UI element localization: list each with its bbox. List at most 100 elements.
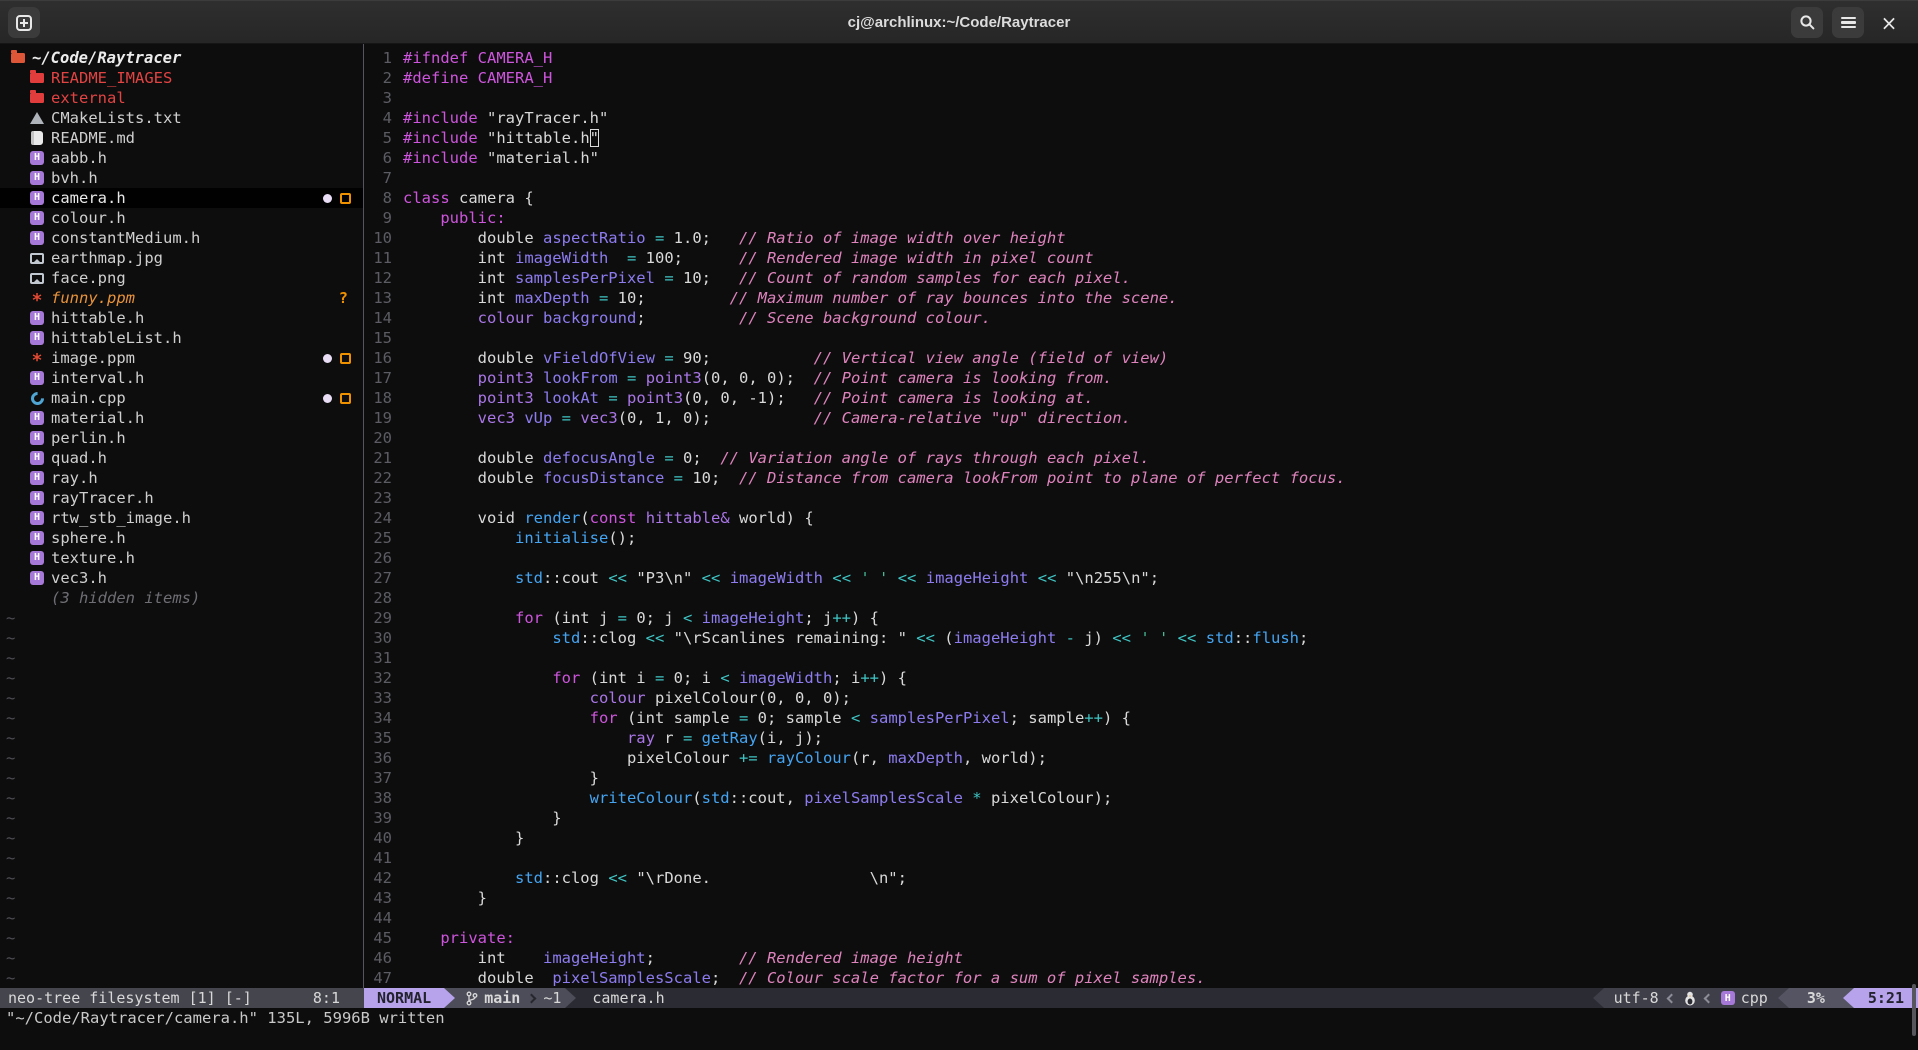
tree-item-camera-h[interactable]: Hcamera.h — [0, 188, 363, 208]
code-token: lookFrom — [543, 369, 618, 387]
code-line-7[interactable]: 7 — [364, 168, 403, 188]
code-line-43[interactable]: 43 } — [364, 888, 487, 908]
code-line-41[interactable]: 41 — [364, 848, 403, 868]
tree-item-raytracer-h[interactable]: HrayTracer.h — [0, 488, 363, 508]
tree-item-main-cpp[interactable]: main.cpp — [0, 388, 363, 408]
tree-item-image-ppm[interactable]: *image.ppm — [0, 348, 363, 368]
code-line-14[interactable]: 14 colour background; // Scene backgroun… — [364, 308, 991, 328]
code-line-26[interactable]: 26 — [364, 548, 403, 568]
tree-item--3-hidden-items-[interactable]: (3 hidden items) — [0, 588, 363, 608]
tree-item-bvh-h[interactable]: Hbvh.h — [0, 168, 363, 188]
code-line-20[interactable]: 20 — [364, 428, 403, 448]
code-line-45[interactable]: 45 private: — [364, 928, 515, 948]
tree-item-readme-md[interactable]: README.md — [0, 128, 363, 148]
code-line-40[interactable]: 40 } — [364, 828, 524, 848]
code-line-3[interactable]: 3 — [364, 88, 403, 108]
code-line-35[interactable]: 35 ray r = getRay(i, j); — [364, 728, 823, 748]
empty-line-tilde: ~ — [6, 968, 26, 988]
code-token: j) — [1075, 629, 1112, 647]
code-token: vec3 — [478, 409, 515, 427]
tree-item-ray-h[interactable]: Hray.h — [0, 468, 363, 488]
code-line-17[interactable]: 17 point3 lookFrom = point3(0, 0, 0); //… — [364, 368, 1112, 388]
code-line-2[interactable]: 2#define CAMERA_H — [364, 68, 552, 88]
tree-item-material-h[interactable]: Hmaterial.h — [0, 408, 363, 428]
code-line-18[interactable]: 18 point3 lookAt = point3(0, 0, -1); // … — [364, 388, 1094, 408]
tree-item-external[interactable]: external — [0, 88, 363, 108]
code-line-16[interactable]: 16 double vFieldOfView = 90; // Vertical… — [364, 348, 1168, 368]
code-line-10[interactable]: 10 double aspectRatio = 1.0; // Ratio of… — [364, 228, 1066, 248]
git-branch-name[interactable]: main — [484, 989, 520, 1007]
code-token — [468, 69, 477, 87]
code-line-38[interactable]: 38 writeColour(std::cout, pixelSamplesSc… — [364, 788, 1112, 808]
new-tab-button[interactable] — [8, 7, 40, 38]
code-line-22[interactable]: 22 double focusDistance = 10; // Distanc… — [364, 468, 1346, 488]
code-line-37[interactable]: 37 } — [364, 768, 599, 788]
tree-item-funny-ppm[interactable]: *funny.ppm? — [0, 288, 363, 308]
tree-item-perlin-h[interactable]: Hperlin.h — [0, 428, 363, 448]
code-line-46[interactable]: 46 int imageHeight; // Rendered image he… — [364, 948, 963, 968]
tree-item-readme-images[interactable]: README_IMAGES — [0, 68, 363, 88]
code-line-5[interactable]: 5#include "hittable.h" — [364, 128, 599, 148]
code-line-31[interactable]: 31 — [364, 648, 403, 668]
code-line-30[interactable]: 30 std::clog << "\rScanlines remaining: … — [364, 628, 1308, 648]
tree-item-constantmedium-h[interactable]: HconstantMedium.h — [0, 228, 363, 248]
code-token: 100; — [636, 249, 739, 267]
code-line-12[interactable]: 12 int samplesPerPixel = 10; // Count of… — [364, 268, 1131, 288]
close-button[interactable]: × — [1873, 7, 1905, 38]
code-line-47[interactable]: 47 double pixelSamplesScale; // Colour s… — [364, 968, 1206, 988]
code-line-11[interactable]: 11 int imageWidth = 100; // Rendered ima… — [364, 248, 1094, 268]
code-line-42[interactable]: 42 std::clog << "\rDone. \n"; — [364, 868, 907, 888]
code-line-29[interactable]: 29 for (int j = 0; j < imageHeight; j++)… — [364, 608, 879, 628]
code-line-1[interactable]: 1#ifndef CAMERA_H — [364, 48, 552, 68]
code-line-25[interactable]: 25 initialise(); — [364, 528, 636, 548]
code-token — [627, 869, 636, 887]
code-line-44[interactable]: 44 — [364, 908, 403, 928]
code-line-34[interactable]: 34 for (int sample = 0; sample < samples… — [364, 708, 1131, 728]
code-line-28[interactable]: 28 — [364, 588, 403, 608]
tree-item--code-raytracer[interactable]: ~/Code/Raytracer — [0, 48, 363, 68]
code-line-9[interactable]: 9 public: — [364, 208, 506, 228]
code-token: ) { — [879, 669, 907, 687]
tree-item-colour-h[interactable]: Hcolour.h — [0, 208, 363, 228]
code-line-6[interactable]: 6#include "material.h" — [364, 148, 599, 168]
code-line-21[interactable]: 21 double defocusAngle = 0; // Variation… — [364, 448, 1150, 468]
tree-item-sphere-h[interactable]: Hsphere.h — [0, 528, 363, 548]
code-token — [646, 229, 655, 247]
code-line-24[interactable]: 24 void render(const hittable& world) { — [364, 508, 814, 528]
code-token — [1168, 629, 1177, 647]
code-line-8[interactable]: 8class camera { — [364, 188, 534, 208]
code-line-27[interactable]: 27 std::cout << "P3\n" << imageWidth << … — [364, 568, 1159, 588]
code-line-32[interactable]: 32 for (int i = 0; i < imageWidth; i++) … — [364, 668, 907, 688]
code-line-39[interactable]: 39 } — [364, 808, 562, 828]
tree-item-hittable-h[interactable]: Hhittable.h — [0, 308, 363, 328]
tree-item-quad-h[interactable]: Hquad.h — [0, 448, 363, 468]
code-line-33[interactable]: 33 colour pixelColour(0, 0, 0); — [364, 688, 851, 708]
tree-item-face-png[interactable]: face.png — [0, 268, 363, 288]
code-line-36[interactable]: 36 pixelColour += rayColour(r, maxDepth,… — [364, 748, 1047, 768]
code-line-23[interactable]: 23 — [364, 488, 403, 508]
search-button[interactable] — [1791, 7, 1823, 38]
tree-item-aabb-h[interactable]: Haabb.h — [0, 148, 363, 168]
tree-item-vec3-h[interactable]: Hvec3.h — [0, 568, 363, 588]
menu-button[interactable] — [1832, 7, 1864, 38]
tree-item-label: face.png — [51, 268, 126, 288]
tree-item-rtw-stb-image-h[interactable]: Hrtw_stb_image.h — [0, 508, 363, 528]
code-token: = — [739, 709, 748, 727]
code-line-15[interactable]: 15 — [364, 328, 403, 348]
tree-item-interval-h[interactable]: Hinterval.h — [0, 368, 363, 388]
code-token — [664, 469, 673, 487]
tree-item-earthmap-jpg[interactable]: earthmap.jpg — [0, 248, 363, 268]
code-token: "\rDone. \n" — [636, 869, 897, 887]
code-token — [515, 409, 524, 427]
tree-item-cmakelists-txt[interactable]: CMakeLists.txt — [0, 108, 363, 128]
scrollbar-thumb[interactable] — [1912, 984, 1916, 1036]
tree-item-label: hittable.h — [51, 308, 144, 328]
code-line-4[interactable]: 4#include "rayTracer.h" — [364, 108, 608, 128]
file-icon — [29, 73, 45, 83]
code-line-13[interactable]: 13 int maxDepth = 10; // Maximum number … — [364, 288, 1178, 308]
tree-item-hittablelist-h[interactable]: HhittableList.h — [0, 328, 363, 348]
tree-item-texture-h[interactable]: Htexture.h — [0, 548, 363, 568]
code-line-19[interactable]: 19 vec3 vUp = vec3(0, 1, 0); // Camera-r… — [364, 408, 1131, 428]
code-token — [403, 709, 590, 727]
empty-line-tilde: ~ — [6, 928, 26, 948]
